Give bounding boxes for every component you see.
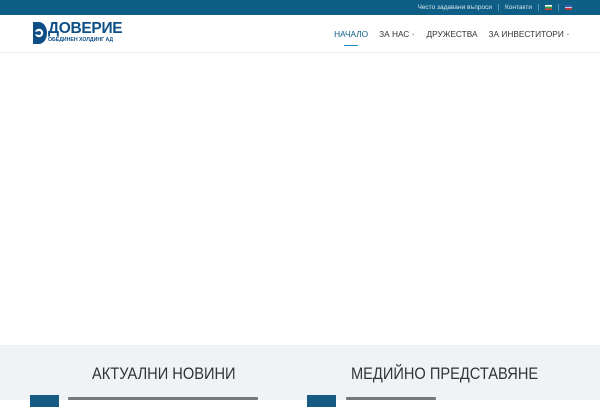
nav-item-home[interactable]: НАЧАЛО bbox=[334, 28, 369, 46]
chevron-down-icon: ⌄ bbox=[565, 30, 570, 37]
nav-label: ДРУЖЕСТВА bbox=[426, 28, 478, 39]
brand-subtitle: ОБЕДИНЕН ХОЛДИНГ АД bbox=[48, 37, 114, 43]
main-nav: НАЧАЛО ЗА НАС ⌄ ДРУЖЕСТВА ЗА ИНВЕСТИТОРИ… bbox=[334, 15, 570, 52]
brand-title: ДОВЕРИЕ bbox=[48, 20, 123, 37]
site-header: ДОВЕРИЕ ОБЕДИНЕН ХОЛДИНГ АД НАЧАЛО ЗА НА… bbox=[0, 15, 600, 53]
divider bbox=[497, 4, 499, 11]
media-date-badge[interactable] bbox=[307, 395, 336, 407]
nav-label: ЗА ИНВЕСТИТОРИ bbox=[488, 28, 564, 39]
top-bar: Често задавани въпроси Контакти bbox=[0, 0, 600, 15]
nav-item-about[interactable]: ЗА НАС ⌄ bbox=[379, 29, 415, 39]
divider bbox=[538, 4, 539, 11]
faq-link[interactable]: Често задавани въпроси bbox=[417, 4, 491, 11]
news-heading: АКТУАЛНИ НОВИНИ bbox=[92, 364, 236, 383]
contacts-link[interactable]: Контакти bbox=[505, 4, 532, 11]
nav-item-companies[interactable]: ДРУЖЕСТВА bbox=[427, 29, 478, 39]
media-heading: МЕДИЙНО ПРЕДСТАВЯНЕ bbox=[351, 364, 539, 383]
hero-slider bbox=[0, 53, 600, 345]
logo-mark-icon bbox=[33, 22, 47, 44]
top-links: Често задавани въпроси Контакти bbox=[417, 0, 572, 15]
logo[interactable]: ДОВЕРИЕ ОБЕДИНЕН ХОЛДИНГ АД bbox=[33, 21, 123, 46]
news-section: АКТУАЛНИ НОВИНИ МЕДИЙНО ПРЕДСТАВЯНЕ bbox=[0, 345, 600, 407]
nav-label: ЗА НАС bbox=[379, 28, 410, 39]
chevron-down-icon: ⌄ bbox=[411, 30, 416, 37]
nav-item-investors[interactable]: ЗА ИНВЕСТИТОРИ ⌄ bbox=[489, 29, 570, 39]
en-flag-icon[interactable] bbox=[565, 5, 572, 10]
nav-label: НАЧАЛО bbox=[334, 28, 369, 39]
divider bbox=[558, 4, 559, 11]
news-date-badge[interactable] bbox=[30, 395, 59, 407]
bg-flag-icon[interactable] bbox=[545, 5, 552, 10]
